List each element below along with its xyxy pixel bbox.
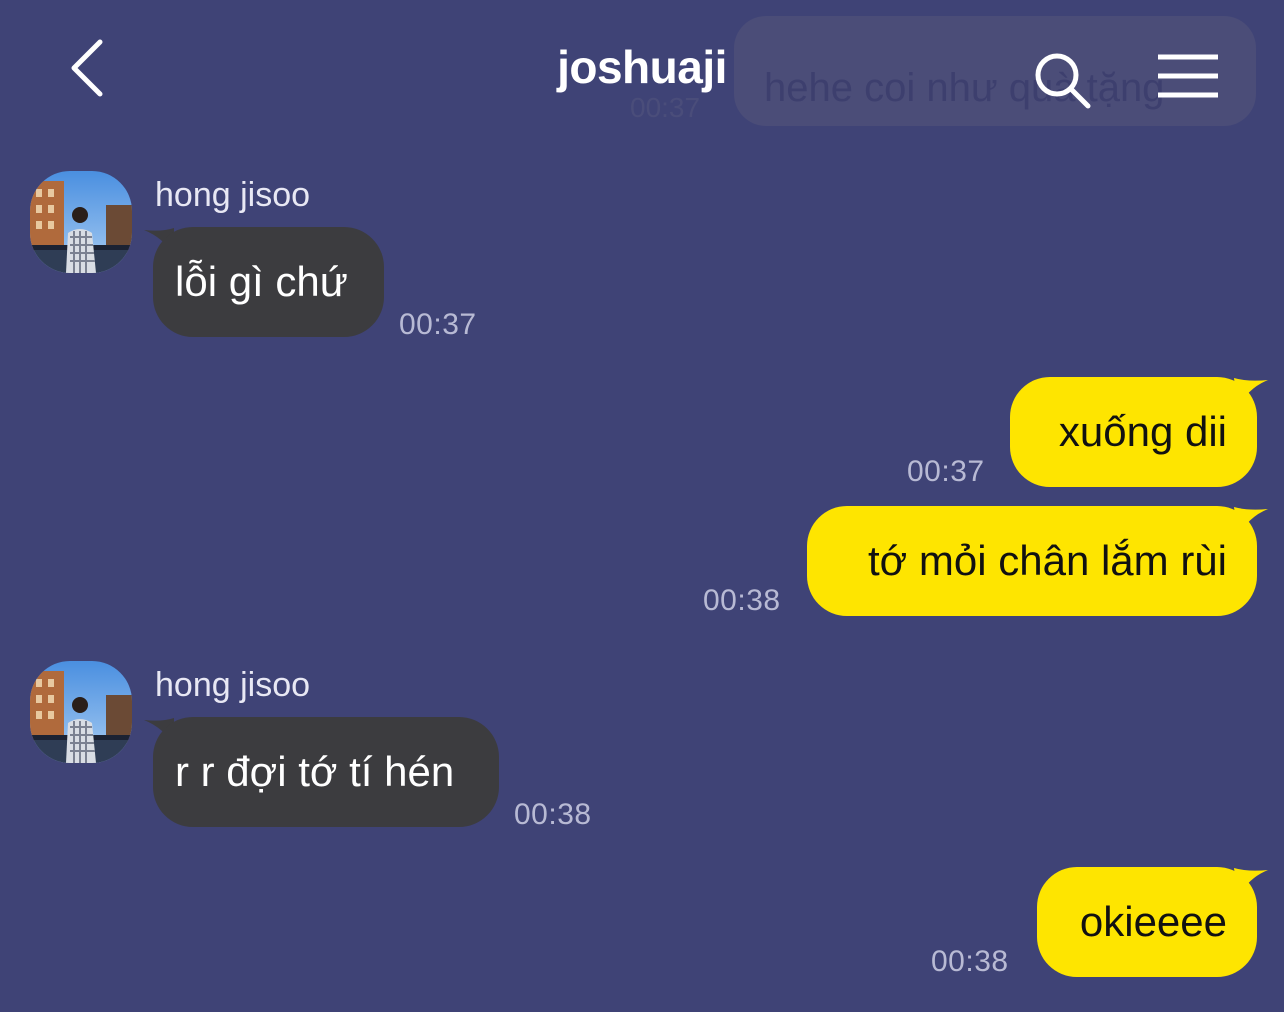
message-time: 00:37	[399, 308, 477, 341]
message-text: okieeee	[1079, 898, 1227, 945]
pinned-message-time: 00:37	[630, 92, 701, 123]
message-text: lỗi gì chứ	[175, 258, 348, 305]
bubble-tail	[1234, 507, 1268, 537]
menu-button[interactable]	[1156, 52, 1220, 102]
message-bubble-outgoing[interactable]: okieeee	[1037, 867, 1257, 977]
message-text: r r đợi tớ tí hén	[175, 748, 455, 795]
message-bubble-incoming[interactable]: r r đợi tớ tí hén	[153, 717, 499, 827]
message-bubble-outgoing[interactable]: tớ mỏi chân lắm rùi	[807, 506, 1257, 616]
message-time: 00:38	[931, 945, 1009, 978]
message-time: 00:37	[907, 455, 985, 488]
bubble-tail	[1234, 868, 1268, 898]
message-text: xuống dii	[1058, 408, 1227, 455]
hamburger-menu-icon	[1158, 54, 1218, 98]
bubble-tail	[1234, 378, 1268, 408]
message-bubble-incoming[interactable]: lỗi gì chứ	[153, 227, 384, 337]
message-bubble-outgoing[interactable]: xuống dii	[1010, 377, 1257, 487]
avatar[interactable]	[30, 171, 132, 273]
search-icon	[1035, 53, 1091, 109]
message-text: tớ mỏi chân lắm rùi	[868, 537, 1227, 584]
profile-photo	[30, 171, 132, 273]
sender-name: hong jisoo	[155, 666, 311, 704]
chat-header: hehe coi như quà tặng 00:37 joshuaji	[0, 0, 1284, 140]
sender-name: hong jisoo	[155, 176, 311, 214]
message-time: 00:38	[703, 584, 781, 617]
message-time: 00:38	[514, 798, 592, 831]
avatar[interactable]	[30, 661, 132, 763]
search-button[interactable]	[1032, 50, 1094, 112]
profile-photo	[30, 661, 132, 763]
